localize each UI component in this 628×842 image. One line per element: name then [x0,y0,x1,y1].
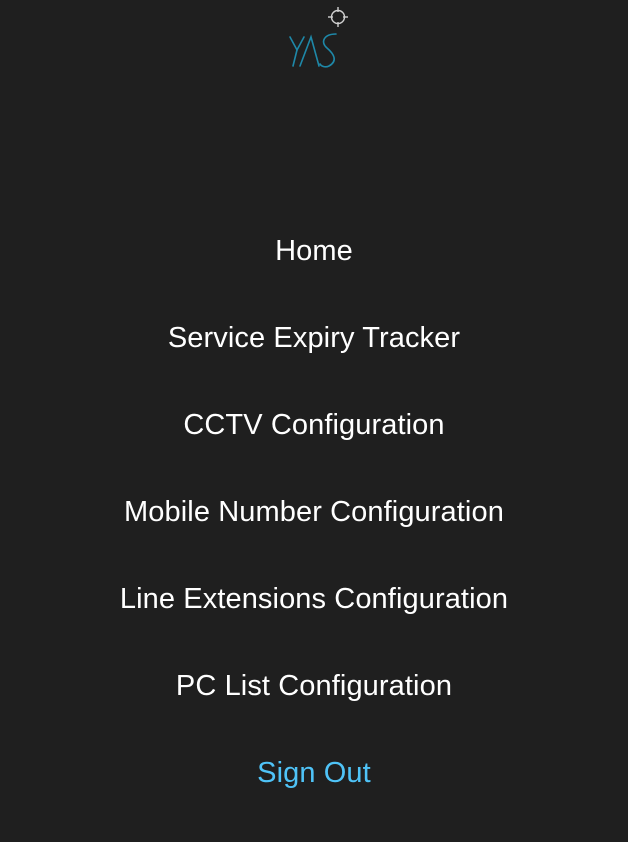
yas-wordmark [289,33,337,68]
navigation-drawer: Home Service Expiry Tracker CCTV Configu… [0,0,628,842]
mobile-number-configuration-link[interactable]: Mobile Number Configuration [124,487,504,537]
logo-graphic [289,7,348,68]
sign-out-link[interactable]: Sign Out [257,748,371,798]
yas-logo[interactable] [284,4,354,74]
menu-item-cctv-configuration: CCTV Configuration [0,400,628,487]
menu-item-service-expiry-tracker: Service Expiry Tracker [0,313,628,400]
menu-item-mobile-number-configuration: Mobile Number Configuration [0,487,628,574]
menu-item-sign-out: Sign Out [0,748,628,835]
service-expiry-tracker-link[interactable]: Service Expiry Tracker [168,313,460,363]
pc-list-configuration-link[interactable]: PC List Configuration [176,661,452,711]
menu-item-pc-list-configuration: PC List Configuration [0,661,628,748]
menu-item-line-extensions-configuration: Line Extensions Configuration [0,574,628,661]
main-menu: Home Service Expiry Tracker CCTV Configu… [0,226,628,835]
menu-item-home: Home [0,226,628,313]
home-link[interactable]: Home [275,226,353,276]
line-extensions-configuration-link[interactable]: Line Extensions Configuration [120,574,508,624]
crosshair-icon [328,7,348,27]
cctv-configuration-link[interactable]: CCTV Configuration [183,400,444,450]
